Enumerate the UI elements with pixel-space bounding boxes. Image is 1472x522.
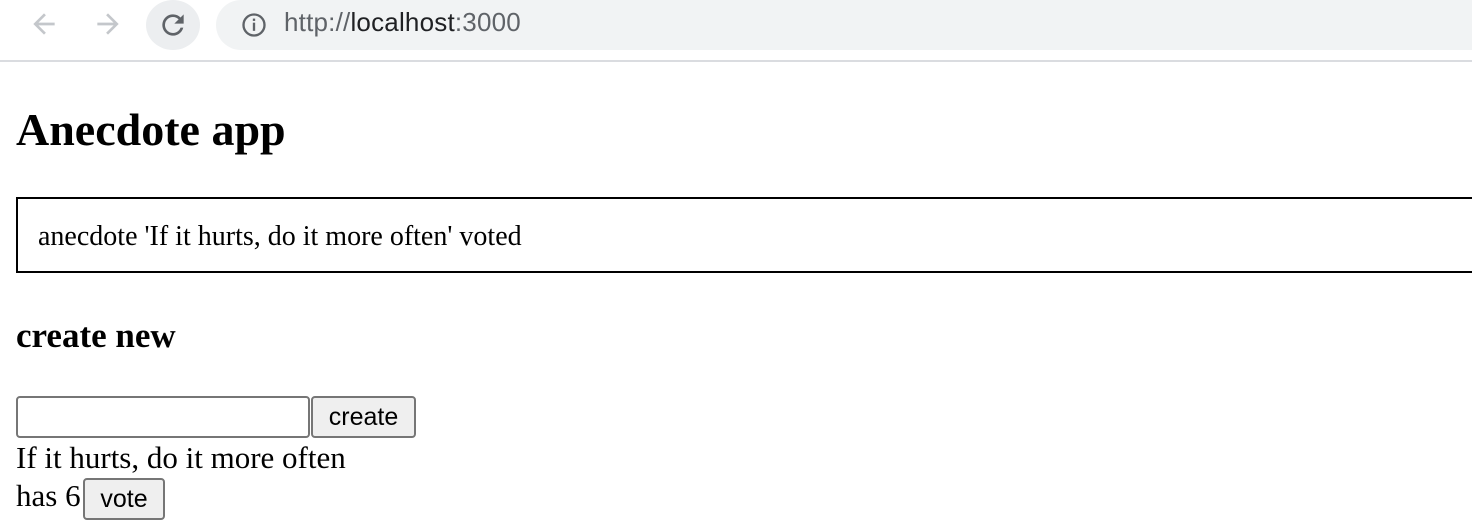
info-icon[interactable] (240, 11, 268, 39)
url-scheme: http:// (284, 7, 351, 37)
anecdote-content: If it hurts, do it more often (16, 440, 346, 475)
anecdote-input[interactable] (16, 396, 310, 438)
create-new-heading: create new (16, 316, 176, 355)
url-host: localhost (350, 7, 455, 37)
vote-button[interactable]: vote (83, 478, 165, 520)
url-port: :3000 (454, 7, 521, 37)
create-button[interactable]: create (311, 396, 416, 438)
address-bar[interactable]: http://localhost:3000 (216, 0, 1472, 50)
reload-icon (162, 14, 184, 36)
vote-count: has 6 (16, 478, 81, 513)
notification-banner: anecdote 'If it hurts, do it more often'… (16, 197, 1472, 273)
arrow-right-icon (97, 13, 119, 35)
reload-button[interactable] (146, 0, 200, 50)
anecdote-votes: has 6 vote (16, 476, 165, 520)
url-text: http://localhost:3000 (284, 7, 521, 38)
browser-toolbar: http://localhost:3000 (0, 0, 1472, 62)
forward-button[interactable] (88, 4, 128, 44)
page-title: Anecdote app (16, 104, 286, 155)
back-button[interactable] (24, 4, 64, 44)
arrow-left-icon (33, 13, 55, 35)
